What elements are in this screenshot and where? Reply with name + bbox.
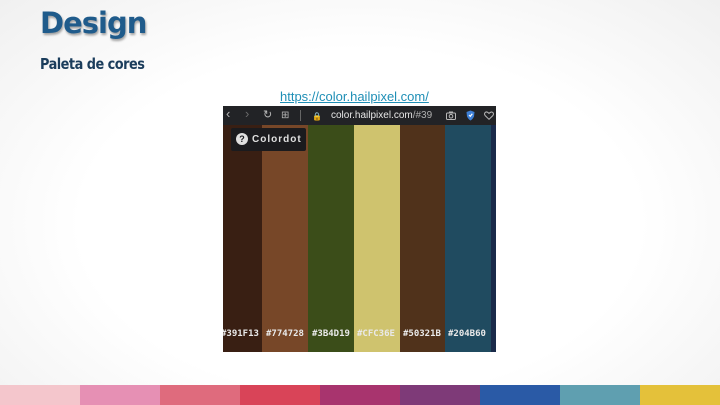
tabs-grid-icon[interactable]: ⊞: [281, 109, 289, 122]
browser-toolbar: ‹ › ↻ ⊞ 🔒 color.hailpixel.com/#39: [223, 106, 496, 125]
toolbar-divider: [300, 110, 301, 121]
swatch-4-hex-label: #CFC36E: [357, 329, 395, 339]
colordot-badge-label: Colordot: [252, 134, 302, 145]
bar-segment: [160, 385, 240, 405]
bar-segment: [480, 385, 560, 405]
swatch-3-hex-label: #3B4D19: [312, 329, 350, 339]
reload-icon[interactable]: ↻: [263, 109, 272, 122]
colordot-link[interactable]: https://color.hailpixel.com/: [280, 89, 429, 104]
browser-screenshot: ‹ › ↻ ⊞ 🔒 color.hailpixel.com/#39 #391F1…: [223, 106, 496, 352]
swatch-1[interactable]: [223, 125, 262, 352]
swatch-2[interactable]: [262, 125, 308, 352]
swatch-6-hex-label: #204B60: [448, 329, 486, 339]
help-icon: ?: [236, 133, 248, 145]
bar-segment: [0, 385, 80, 405]
bar-segment: [400, 385, 480, 405]
camera-icon[interactable]: [446, 111, 456, 124]
swatch-7[interactable]: [491, 125, 496, 352]
swatch-5-hex-label: #50321B: [403, 329, 441, 339]
slide-subtitle: Paleta de cores: [40, 55, 145, 73]
bar-segment: [240, 385, 320, 405]
back-icon[interactable]: ‹: [226, 107, 230, 120]
lock-icon: 🔒: [312, 112, 322, 121]
decorative-color-bar: [0, 385, 720, 405]
swatch-6[interactable]: [445, 125, 491, 352]
bar-segment: [640, 385, 720, 405]
forward-icon[interactable]: ›: [245, 107, 249, 120]
bar-segment: [80, 385, 160, 405]
swatch-3[interactable]: [308, 125, 354, 352]
bar-segment: [320, 385, 400, 405]
colordot-badge[interactable]: ? Colordot: [231, 128, 306, 151]
swatch-5[interactable]: [400, 125, 445, 352]
swatch-1-hex-label: #391F13: [223, 329, 259, 339]
swatch-4[interactable]: [354, 125, 400, 352]
address-bar[interactable]: color.hailpixel.com/#39: [331, 109, 432, 122]
url-domain: color.hailpixel.com: [331, 110, 413, 121]
bar-segment: [560, 385, 640, 405]
shield-icon[interactable]: [466, 110, 475, 125]
url-path: /#39: [412, 110, 433, 121]
swatch-2-hex-label: #774728: [266, 329, 304, 339]
palette-stripes: #391F13 #774728 #3B4D19 #CFC36E #50321B …: [223, 125, 496, 352]
heart-icon[interactable]: [484, 111, 494, 124]
slide-title: Design: [40, 6, 147, 40]
